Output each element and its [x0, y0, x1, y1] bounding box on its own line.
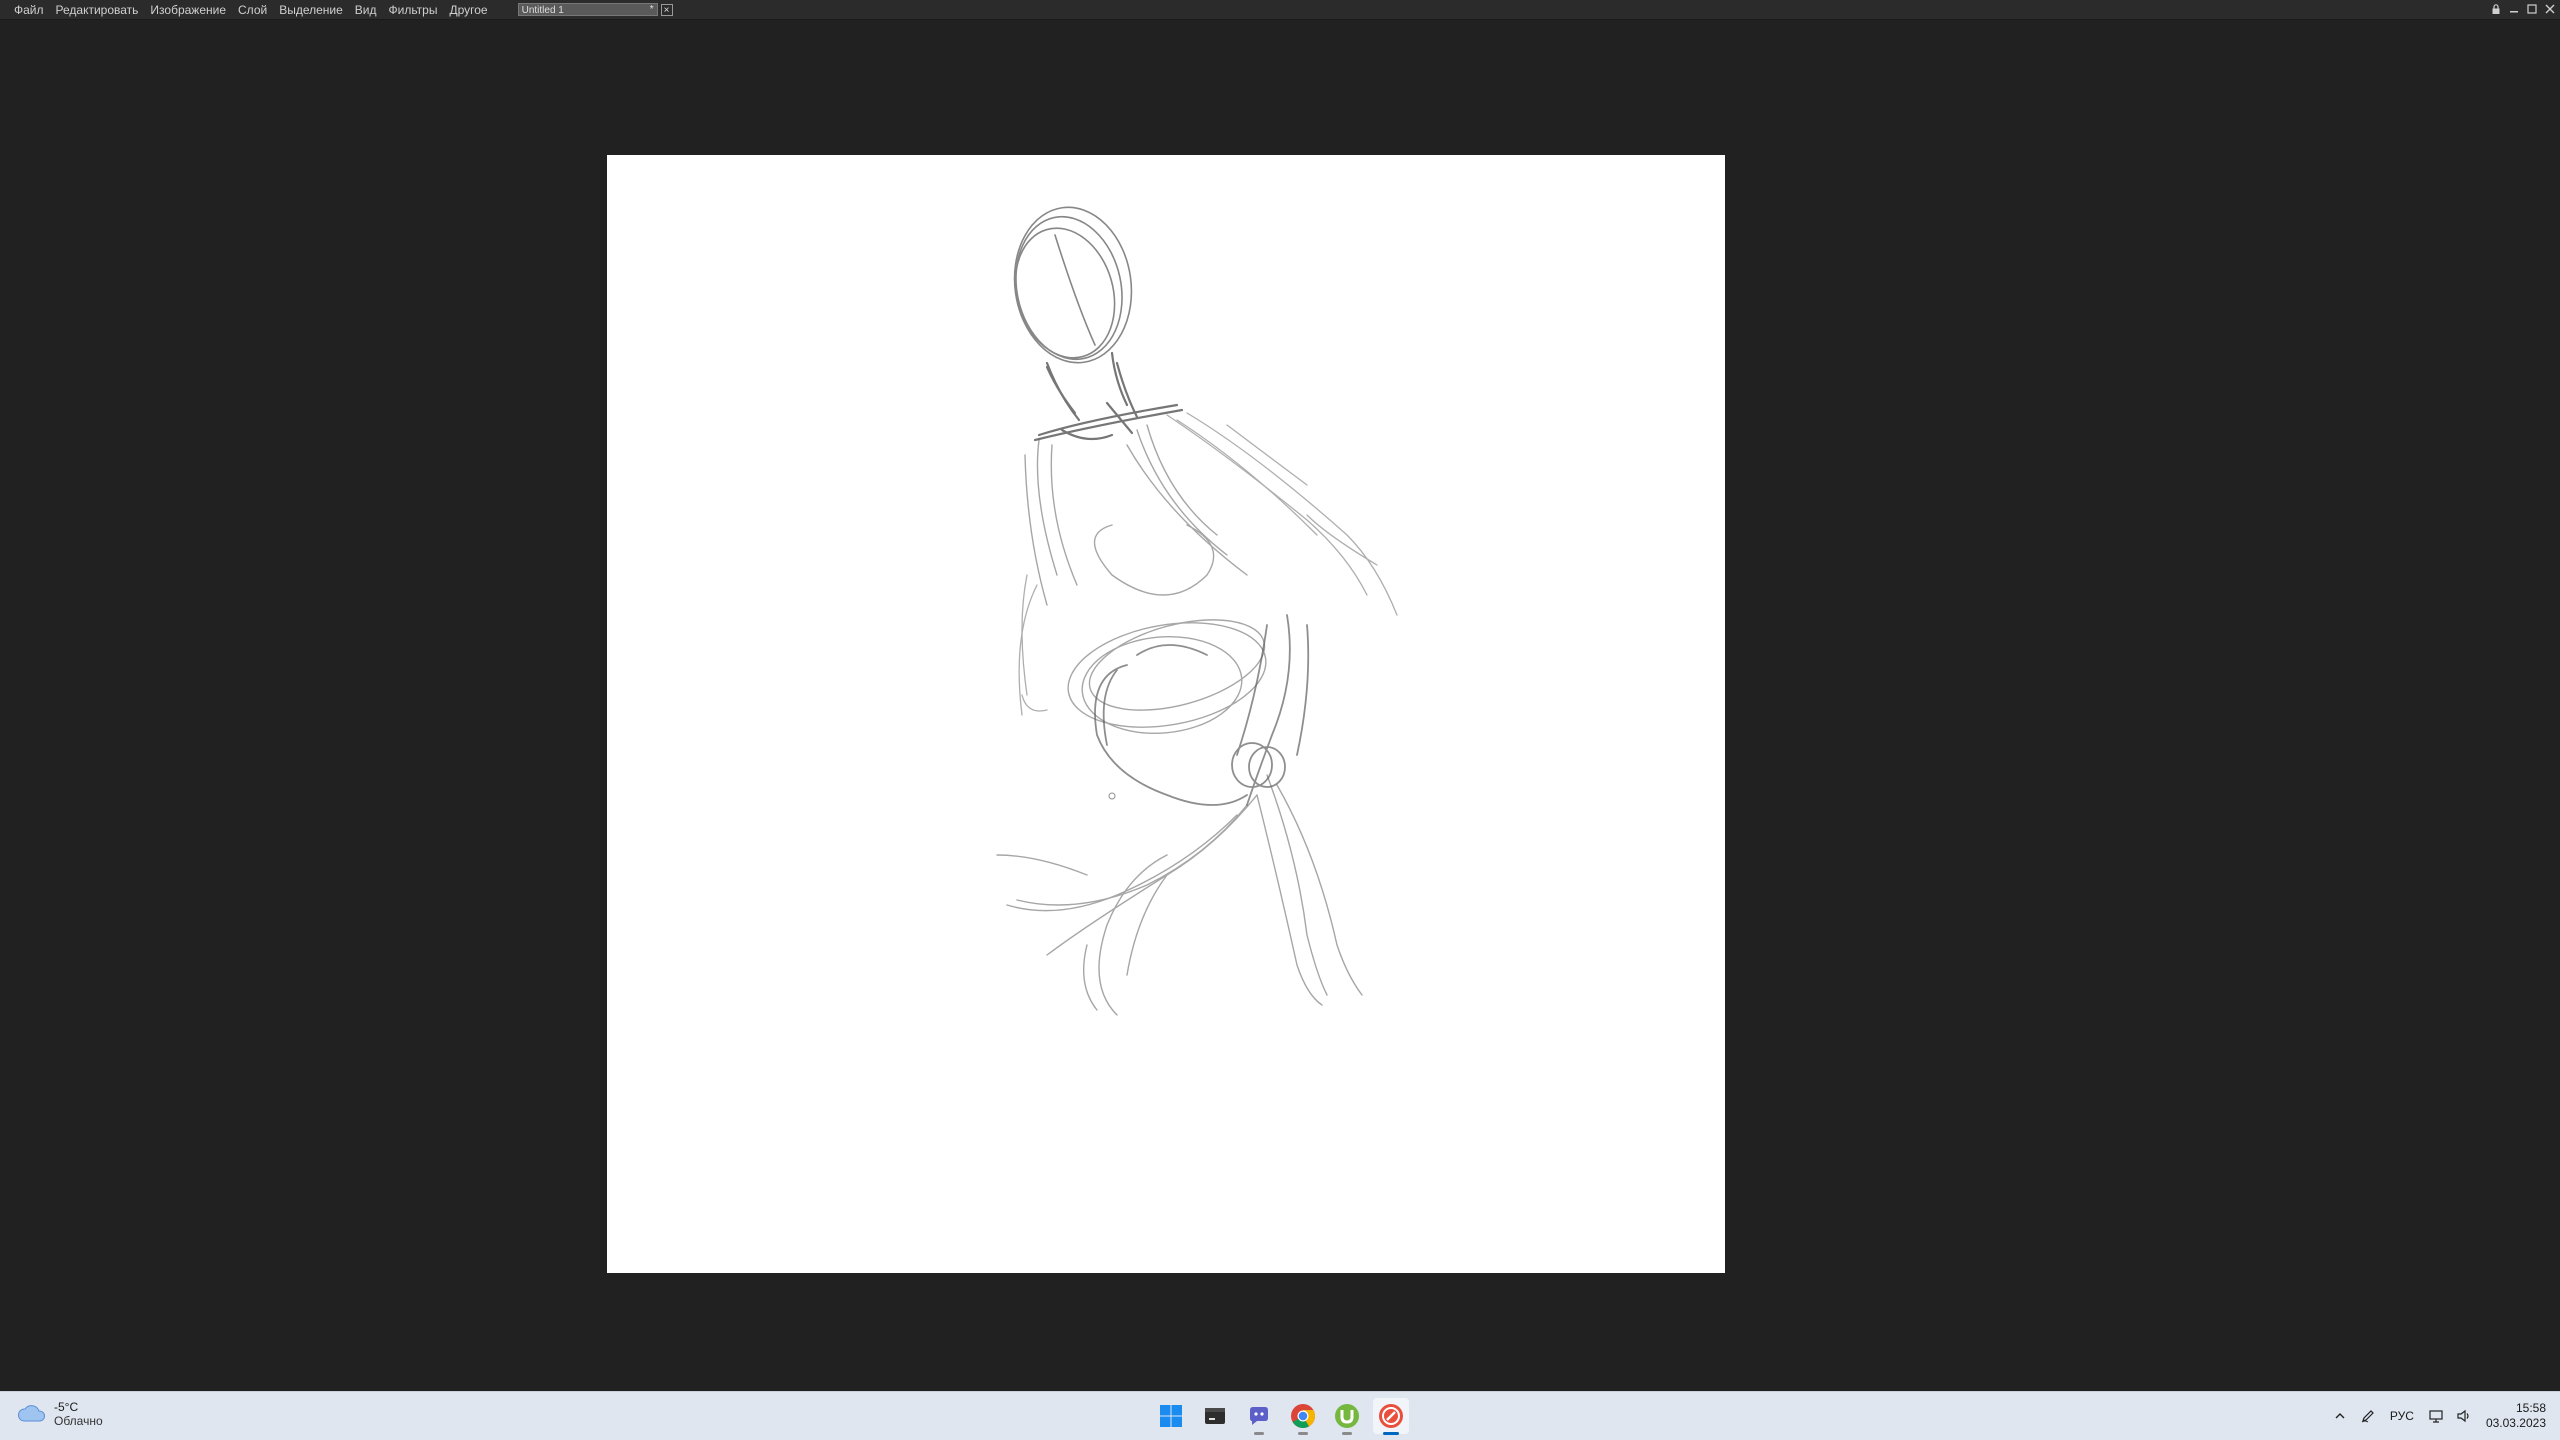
- menu-filters[interactable]: Фильтры: [383, 0, 444, 20]
- menu-image[interactable]: Изображение: [144, 0, 232, 20]
- drawing-canvas[interactable]: [607, 155, 1725, 1273]
- sketch-torso: [1024, 424, 1267, 735]
- chevron-up-icon[interactable]: [2326, 1402, 2354, 1430]
- teams-icon: [1250, 1407, 1268, 1425]
- document-tab[interactable]: Untitled 1 *: [517, 3, 658, 16]
- sketch-arm: [1018, 412, 1398, 716]
- taskbar-app-teams[interactable]: [1241, 1398, 1277, 1435]
- clock[interactable]: 15:58 03.03.2023: [2478, 1401, 2560, 1431]
- weather-condition: Облачно: [54, 1414, 103, 1428]
- paint-app-icon: [1379, 1404, 1403, 1428]
- taskbar-apps: [1153, 1398, 1409, 1435]
- terminal-icon: [1205, 1408, 1225, 1424]
- document-close-icon[interactable]: ×: [660, 3, 673, 16]
- menu-bar: Файл Редактировать Изображение Слой Выде…: [0, 0, 2560, 20]
- weather-widget[interactable]: -5°C Облачно: [16, 1400, 103, 1428]
- menu-select[interactable]: Выделение: [273, 0, 349, 20]
- cursor-marker: [1108, 792, 1116, 800]
- app-running-indicator: [1254, 1432, 1264, 1435]
- taskbar-app-utorrent[interactable]: [1329, 1398, 1365, 1435]
- network-icon[interactable]: [2422, 1402, 2450, 1430]
- windows-logo-icon: [1160, 1405, 1182, 1427]
- taskbar-app-paint[interactable]: [1373, 1398, 1409, 1435]
- app-running-indicator: [1342, 1432, 1352, 1435]
- taskbar: -5°C Облачно РУС 15:58 03.03.2023: [0, 1391, 2560, 1440]
- window-controls: [2490, 3, 2556, 15]
- clock-time: 15:58: [2515, 1401, 2546, 1415]
- maximize-icon[interactable]: [2526, 3, 2538, 15]
- volume-icon[interactable]: [2450, 1402, 2478, 1430]
- lock-icon[interactable]: [2490, 3, 2502, 15]
- taskbar-app-chrome[interactable]: [1285, 1398, 1321, 1435]
- menu-other[interactable]: Другое: [443, 0, 493, 20]
- menu-layer[interactable]: Слой: [232, 0, 273, 20]
- start-button[interactable]: [1153, 1398, 1189, 1434]
- cloud-icon: [18, 1405, 46, 1422]
- clock-date: 03.03.2023: [2485, 1416, 2546, 1430]
- sketch-neck: [1033, 351, 1184, 442]
- app-running-indicator: [1298, 1432, 1308, 1435]
- app-active-indicator: [1383, 1432, 1399, 1435]
- language-indicator[interactable]: РУС: [2382, 1409, 2422, 1423]
- chrome-icon: [1291, 1404, 1316, 1429]
- system-tray: РУС 15:58 03.03.2023: [2326, 1392, 2560, 1440]
- pen-icon[interactable]: [2354, 1402, 2382, 1430]
- sketch-head: [1013, 206, 1133, 364]
- taskbar-app-terminal[interactable]: [1197, 1398, 1233, 1434]
- menu-view[interactable]: Вид: [349, 0, 383, 20]
- sketch-legs: [996, 774, 1363, 1016]
- menu-file[interactable]: Файл: [0, 0, 50, 20]
- sketch-drawing: [996, 206, 1398, 1016]
- weather-temperature: -5°C: [54, 1400, 79, 1414]
- document-tab-title: Untitled 1: [521, 5, 564, 16]
- minimize-icon[interactable]: [2508, 3, 2520, 15]
- modified-marker: *: [649, 4, 654, 15]
- utorrent-icon: [1335, 1404, 1359, 1428]
- close-icon[interactable]: [2544, 3, 2556, 15]
- menu-edit[interactable]: Редактировать: [50, 0, 145, 20]
